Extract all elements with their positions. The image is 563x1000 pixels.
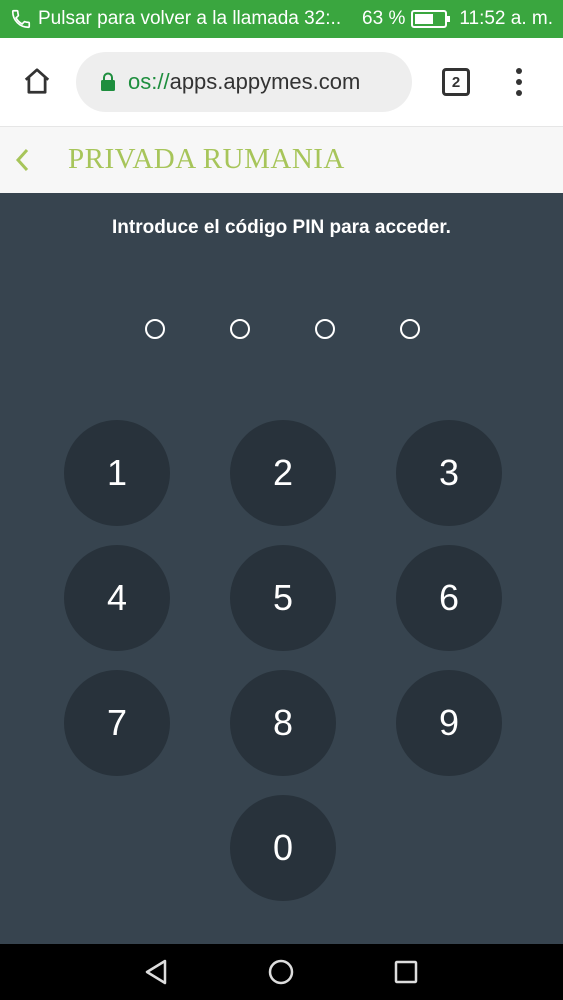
clock-time: 11:52 a. m. <box>459 8 553 29</box>
phone-icon <box>10 8 32 30</box>
browser-toolbar: os://apps.appymes.com 2 <box>0 38 563 126</box>
key-9-button[interactable]: 9 <box>396 670 502 776</box>
home-circle-icon[interactable] <box>266 957 296 987</box>
key-8-button[interactable]: 8 <box>230 670 336 776</box>
pin-dot-4 <box>400 319 420 339</box>
key-0-button[interactable]: 0 <box>230 795 336 901</box>
tab-count: 2 <box>451 73 461 91</box>
page-title: PRIVADA RUMANIA <box>68 143 345 175</box>
key-3-button[interactable]: 3 <box>396 420 502 526</box>
key-2-button[interactable]: 2 <box>230 420 336 526</box>
pin-dot-3 <box>315 319 335 339</box>
app-header: PRIVADA RUMANIA <box>0 126 563 193</box>
battery-icon <box>411 10 451 28</box>
pin-indicator <box>0 319 563 339</box>
key-1-button[interactable]: 1 <box>64 420 170 526</box>
url-scheme: os:// <box>128 69 170 94</box>
key-4-button[interactable]: 4 <box>64 545 170 651</box>
chevron-left-icon[interactable] <box>6 143 38 177</box>
url-text: os://apps.appymes.com <box>128 69 360 95</box>
lock-icon <box>100 72 116 92</box>
recents-square-icon[interactable] <box>391 957 421 987</box>
pin-prompt: Introduce el código PIN para acceder. <box>112 217 451 238</box>
key-5-button[interactable]: 5 <box>230 545 336 651</box>
address-bar[interactable]: os://apps.appymes.com <box>76 52 412 112</box>
battery-percent: 63 % <box>362 8 406 29</box>
url-host: apps.appymes.com <box>169 69 361 94</box>
key-6-button[interactable]: 6 <box>396 545 502 651</box>
back-triangle-icon[interactable] <box>141 957 171 987</box>
pin-dot-1 <box>145 319 165 339</box>
more-vert-icon[interactable] <box>506 66 532 98</box>
system-nav-bar <box>0 944 563 1000</box>
key-7-button[interactable]: 7 <box>64 670 170 776</box>
home-icon[interactable] <box>20 64 54 98</box>
pin-screen: Introduce el código PIN para acceder. 1 … <box>0 193 563 944</box>
tabs-icon[interactable]: 2 <box>442 68 470 96</box>
pin-dot-2 <box>230 319 250 339</box>
call-return-text[interactable]: Pulsar para volver a la llamada 32:.. <box>38 8 341 30</box>
status-bar[interactable]: Pulsar para volver a la llamada 32:.. 63… <box>0 0 563 38</box>
